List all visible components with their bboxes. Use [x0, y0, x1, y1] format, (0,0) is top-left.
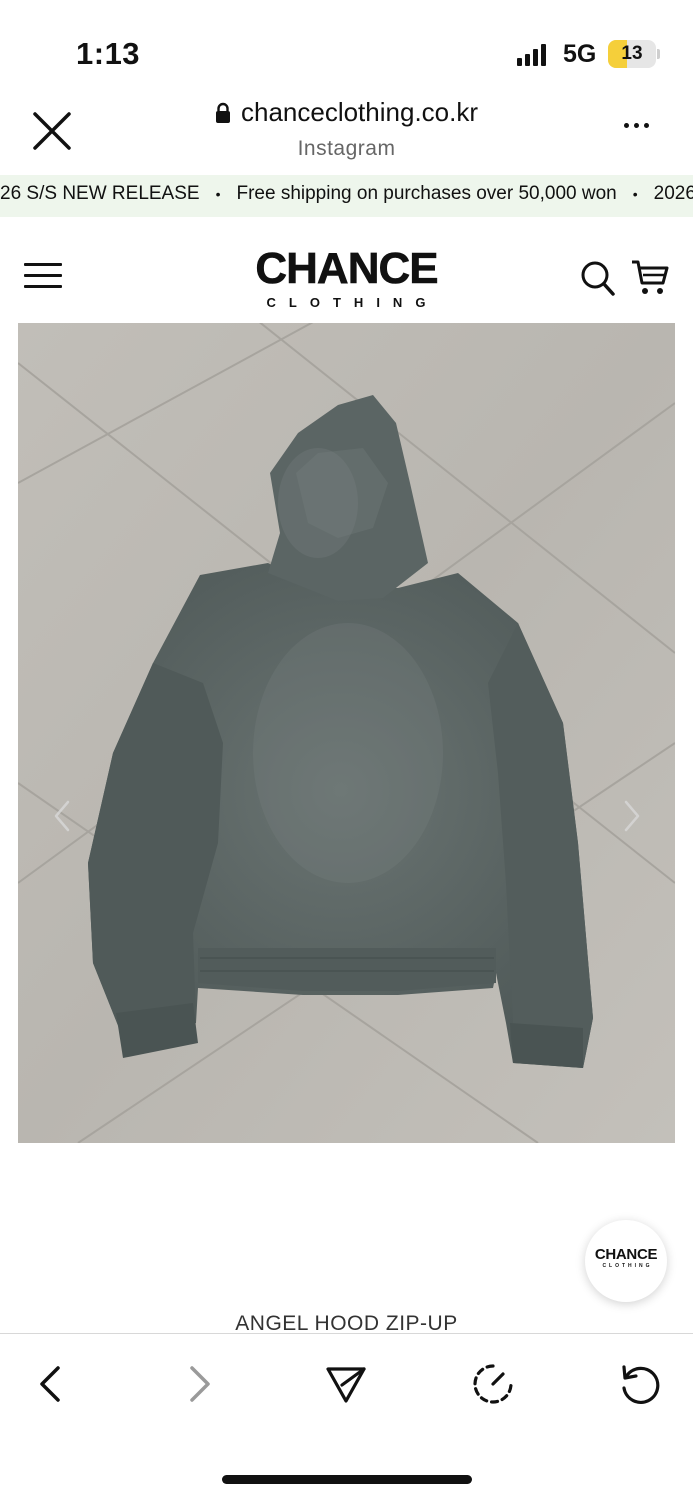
cart-icon	[632, 260, 669, 294]
address-area[interactable]: chanceclothing.co.kr Instagram	[0, 97, 693, 161]
chance-floating-button[interactable]: CHANCE CLOTHING	[585, 1220, 667, 1302]
lock-icon	[215, 102, 230, 123]
back-button[interactable]	[30, 1362, 74, 1406]
search-icon	[581, 261, 615, 296]
gallery-prev-button[interactable]	[48, 798, 76, 834]
hoodie-photo	[18, 323, 675, 1143]
forward-button[interactable]	[178, 1362, 222, 1406]
browser-header: chanceclothing.co.kr Instagram	[0, 95, 693, 175]
share-button[interactable]	[324, 1362, 368, 1406]
announcement-item: 2026 S	[653, 183, 693, 204]
announcement-separator: •	[632, 186, 638, 202]
signal-icon	[517, 44, 546, 66]
cart-button[interactable]	[630, 259, 670, 297]
fab-wordmark: CHANCE	[594, 1246, 658, 1263]
announcement-item: Free shipping on purchases over 50,000 w…	[236, 183, 617, 204]
network-type: 5G	[563, 40, 597, 68]
status-time: 1:13	[76, 36, 141, 71]
product-image[interactable]	[18, 323, 675, 1143]
search-button[interactable]	[580, 259, 616, 299]
page-url: chanceclothing.co.kr	[240, 97, 479, 127]
battery-level: 13	[621, 43, 643, 64]
chevron-left-icon	[54, 800, 70, 832]
more-button[interactable]	[624, 123, 649, 128]
announcement-bar: 26 S/S NEW RELEASE • Free shipping on pu…	[0, 175, 693, 217]
announcement-separator: •	[215, 186, 221, 202]
battery-icon: 13	[608, 40, 656, 68]
announcement-item: 26 S/S NEW RELEASE	[0, 183, 200, 204]
fab-subtitle: CLOTHING	[602, 1263, 653, 1269]
more-icon	[624, 123, 629, 128]
battery-cap	[657, 49, 660, 59]
forward-icon	[190, 1366, 210, 1402]
gallery-next-button[interactable]	[618, 798, 646, 834]
page-source: Instagram	[297, 136, 396, 160]
chevron-right-icon	[624, 800, 640, 832]
share-icon	[326, 1367, 366, 1403]
speed-icon	[473, 1364, 513, 1404]
site-header: CHANCE CLOTHING	[0, 217, 693, 317]
back-icon	[40, 1366, 60, 1402]
status-bar: 1:13 5G 13	[0, 0, 693, 95]
reload-button[interactable]	[618, 1362, 662, 1406]
home-indicator[interactable]	[222, 1475, 472, 1484]
speed-button[interactable]	[471, 1362, 515, 1406]
reload-icon	[622, 1365, 660, 1404]
